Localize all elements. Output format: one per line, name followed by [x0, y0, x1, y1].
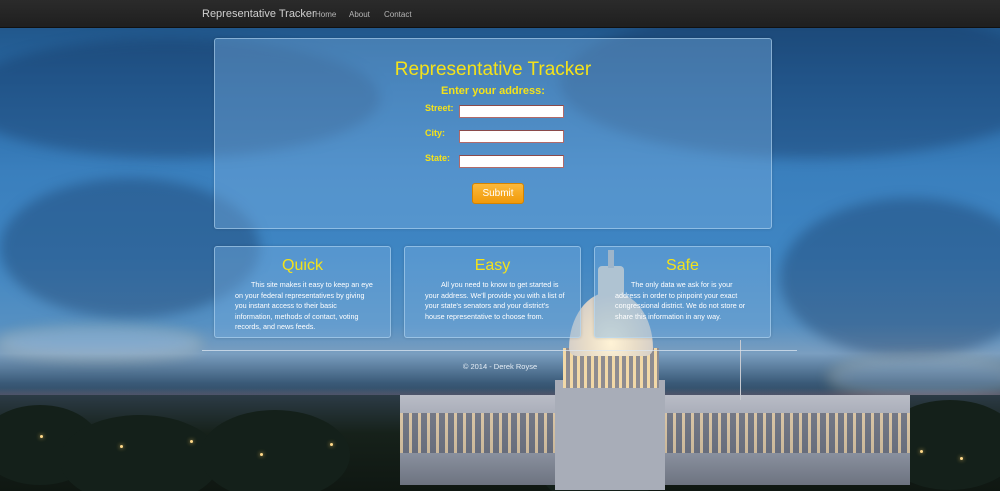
street-input[interactable]	[459, 105, 564, 118]
page-title: Representative Tracker	[394, 59, 592, 80]
card-text: This site makes it easy to keep an eye o…	[235, 280, 373, 331]
card-text: All you need to know to get started is y…	[425, 280, 565, 321]
card-title: Quick	[282, 257, 323, 274]
feature-card-quick: Quick This site makes it easy to keep an…	[214, 246, 391, 338]
nav-link-about[interactable]: About	[349, 10, 370, 19]
footer-copyright: © 2014 - Derek Royse	[462, 362, 538, 371]
feature-card-easy: Easy All you need to know to get started…	[404, 246, 581, 338]
card-text: The only data we ask for is your address…	[615, 280, 746, 321]
form-heading: Enter your address:	[441, 85, 545, 97]
state-label: State:	[425, 153, 451, 163]
state-input[interactable]	[459, 155, 564, 168]
footer-divider	[202, 350, 797, 351]
feature-card-safe: Safe The only data we ask for is your ad…	[594, 246, 771, 338]
navbar-brand[interactable]: Representative Tracker	[202, 8, 316, 20]
address-form-panel: Representative Tracker Enter your addres…	[214, 38, 772, 229]
city-input[interactable]	[459, 130, 564, 143]
city-label: City:	[425, 128, 445, 138]
card-title: Easy	[474, 257, 511, 274]
street-label: Street:	[425, 103, 454, 113]
top-navbar: Representative Tracker Home About Contac…	[0, 0, 1000, 28]
card-title: Safe	[666, 257, 699, 274]
submit-button[interactable]: Submit	[472, 183, 524, 204]
nav-link-home[interactable]: Home	[315, 10, 336, 19]
nav-link-contact[interactable]: Contact	[384, 10, 412, 19]
